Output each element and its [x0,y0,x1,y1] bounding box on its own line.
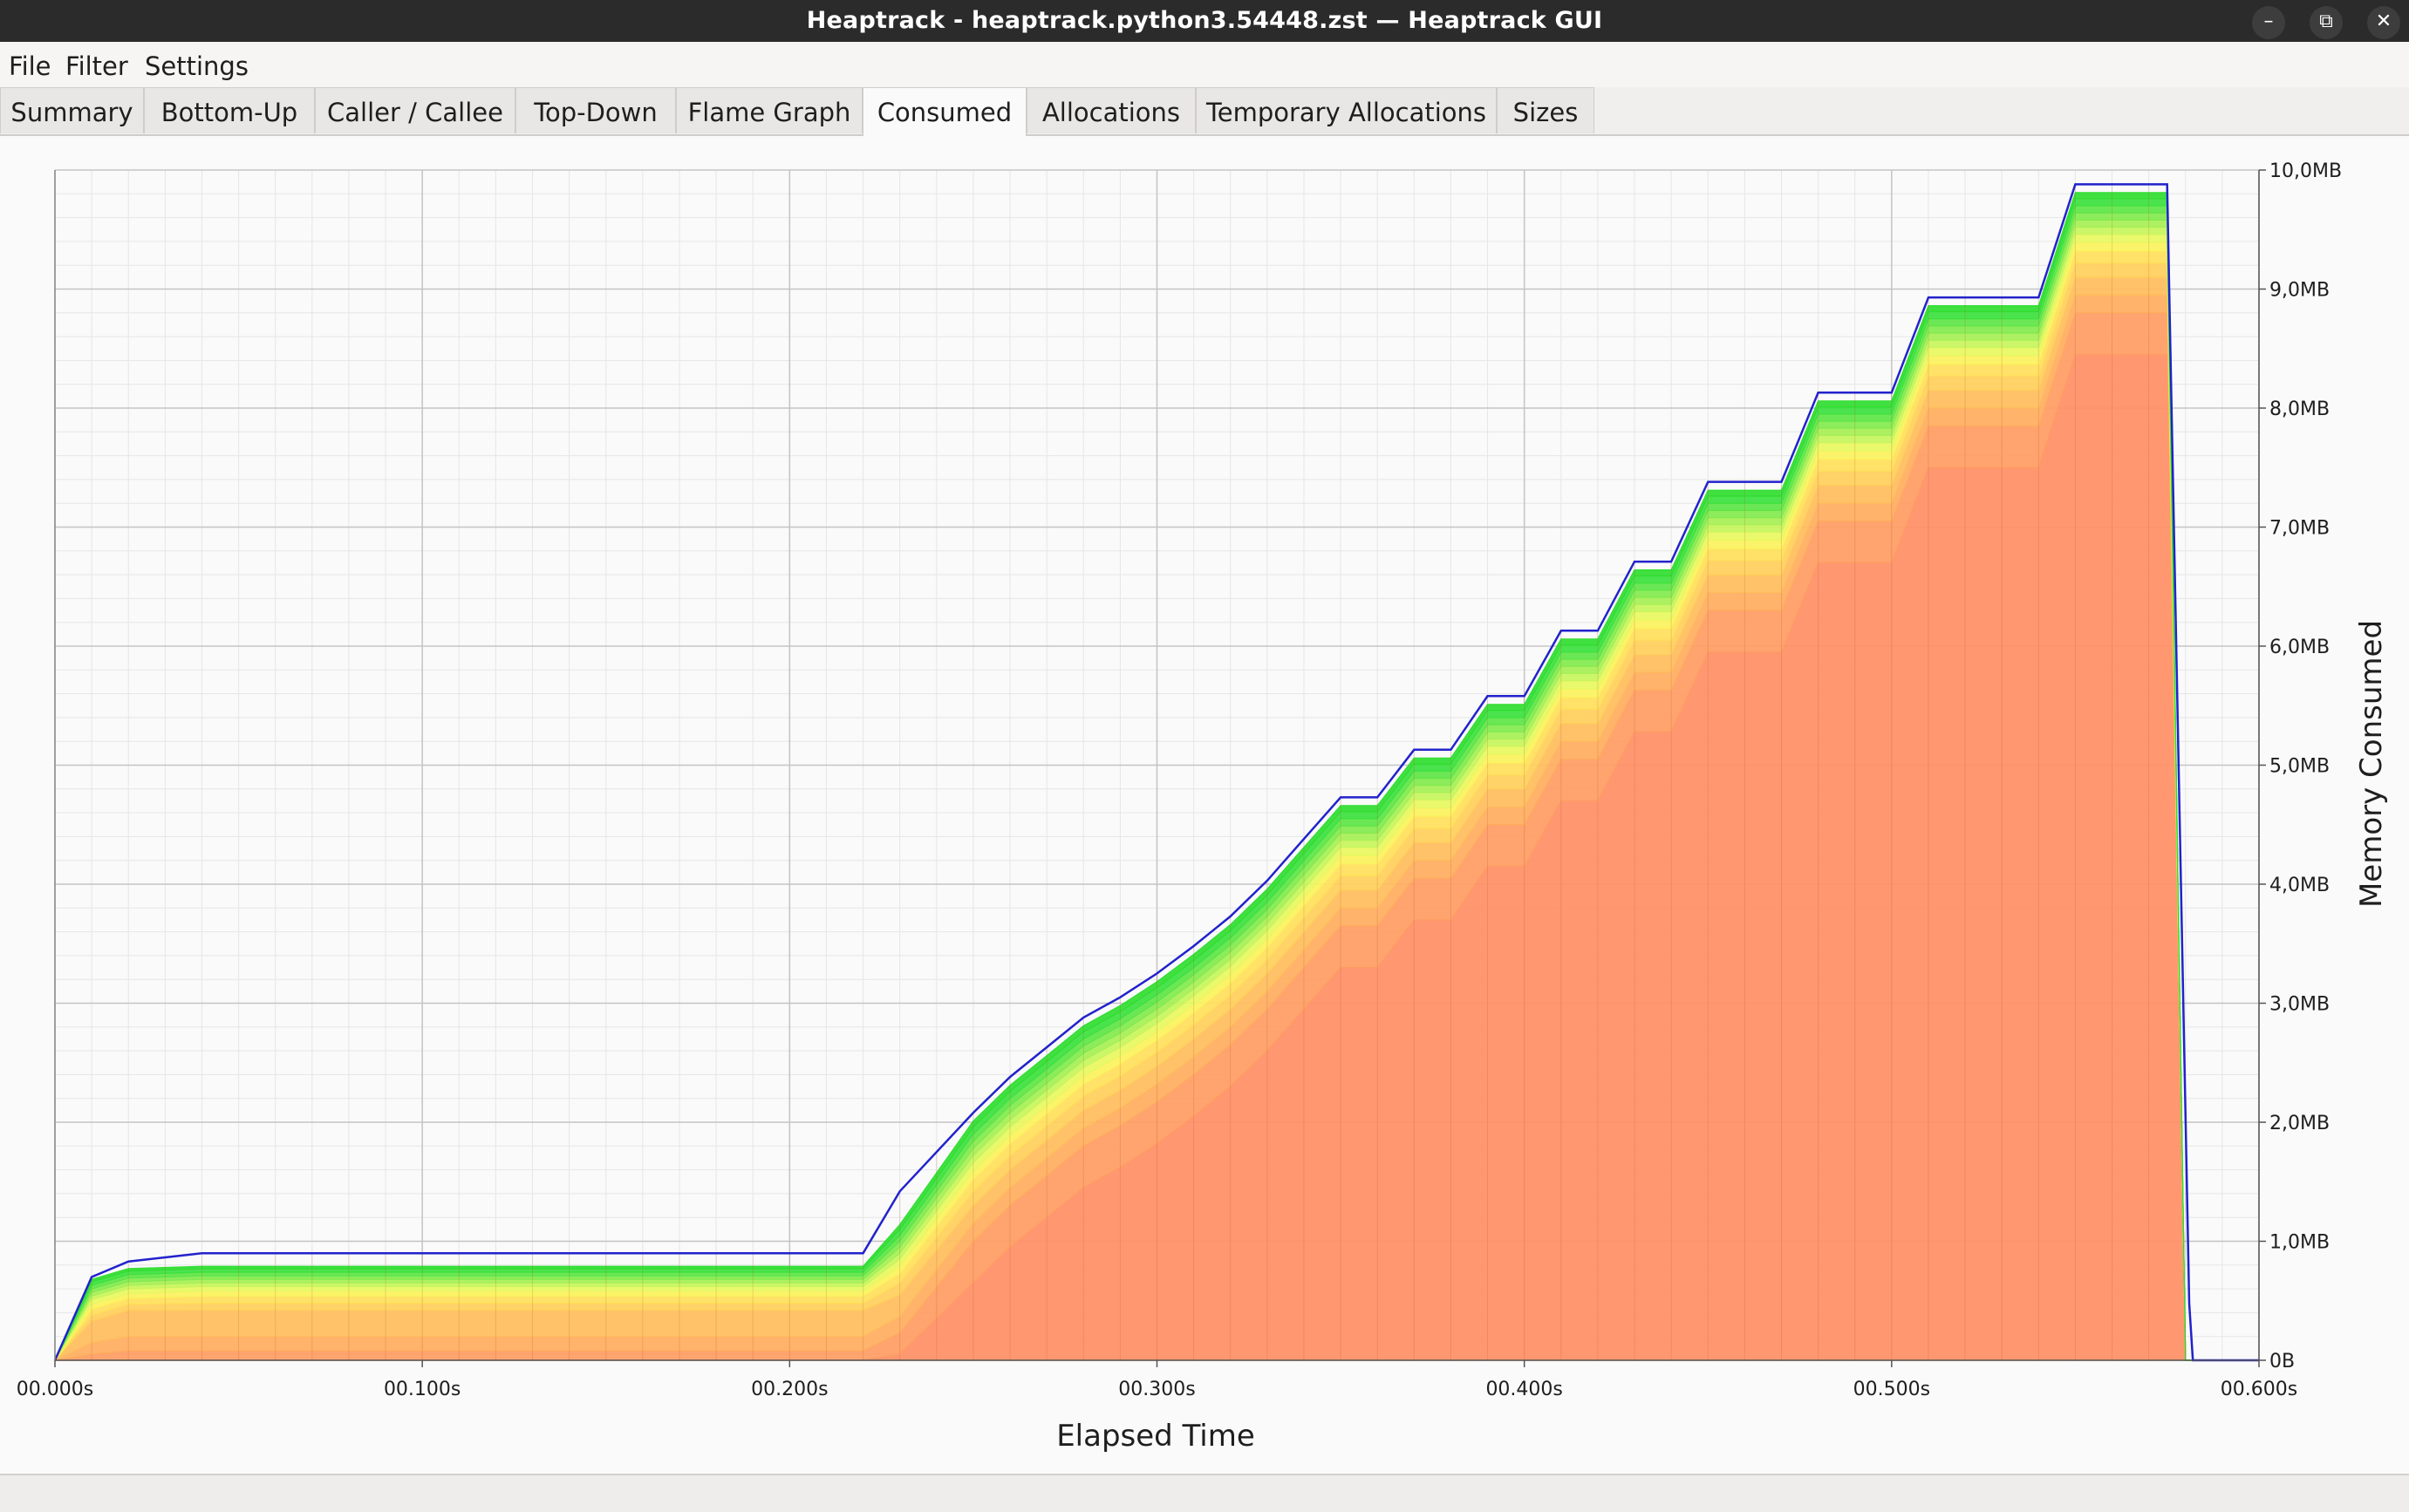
y-tick-label: 6,0MB [2269,637,2330,658]
x-tick-label: 00.600s [2221,1379,2297,1400]
y-tick-label: 5,0MB [2269,756,2330,778]
restore-icon[interactable]: ⧉ [2310,6,2343,39]
y-tick-label: 0B [2269,1351,2295,1372]
y-tick-label: 1,0MB [2269,1232,2330,1254]
tab-consumed[interactable]: Consumed [863,87,1027,136]
consumed-chart[interactable]: 00.000s 00.100s 00.200s 00.300s 00.400s 00.50… [0,136,2409,1474]
y-tick-label: 10,0MB [2269,160,2342,182]
tab-flame-graph[interactable]: Flame Graph [676,87,863,133]
x-tick-label: 00.100s [384,1379,461,1400]
consumed-chart-panel: 00.000s 00.100s 00.200s 00.300s 00.400s 00.50… [0,136,2409,1474]
tab-allocations[interactable]: Allocations [1027,87,1196,133]
tab-bottom-up[interactable]: Bottom-Up [144,87,315,133]
x-tick-label: 00.300s [1118,1379,1195,1400]
y-tick-label: 3,0MB [2269,994,2330,1016]
menu-settings[interactable]: Settings [145,42,249,87]
x-axis-ticks: 00.000s 00.100s 00.200s 00.300s 00.400s 00.50… [17,1360,2297,1400]
tab-sizes[interactable]: Sizes [1497,87,1594,133]
tab-bar: Summary Bottom-Up Caller / Callee Top-Do… [0,87,2409,136]
close-icon[interactable]: ✕ [2367,6,2400,39]
y-axis-label: Memory Consumed [2354,620,2389,908]
y-tick-label: 2,0MB [2269,1113,2330,1134]
x-tick-label: 00.000s [17,1379,93,1400]
menu-file[interactable]: File [9,42,51,87]
x-tick-label: 00.400s [1485,1379,1562,1400]
tab-caller-callee[interactable]: Caller / Callee [315,87,515,133]
tab-top-down[interactable]: Top-Down [515,87,676,133]
y-tick-label: 7,0MB [2269,518,2330,540]
menu-filter[interactable]: Filter [65,42,128,87]
title-bar[interactable]: Heaptrack - heaptrack.python3.54448.zst … [0,0,2409,42]
x-tick-label: 00.500s [1853,1379,1930,1400]
menu-bar: File Filter Settings [0,42,2409,87]
x-axis-label: Elapsed Time [1056,1419,1255,1454]
y-tick-label: 9,0MB [2269,280,2330,302]
minimize-icon[interactable]: – [2252,6,2285,39]
y-tick-label: 4,0MB [2269,875,2330,896]
y-tick-label: 8,0MB [2269,398,2330,420]
y-axis-ticks: 0B 1,0MB 2,0MB 3,0MB 4,0MB 5,0MB 6,0MB 7,0MB 8,0… [2259,160,2342,1372]
window-title: Heaptrack - heaptrack.python3.54448.zst … [806,7,1603,34]
x-tick-label: 00.200s [751,1379,828,1400]
tab-summary[interactable]: Summary [0,87,144,133]
tab-temporary-allocations[interactable]: Temporary Allocations [1196,87,1497,133]
status-bar [0,1474,2409,1512]
